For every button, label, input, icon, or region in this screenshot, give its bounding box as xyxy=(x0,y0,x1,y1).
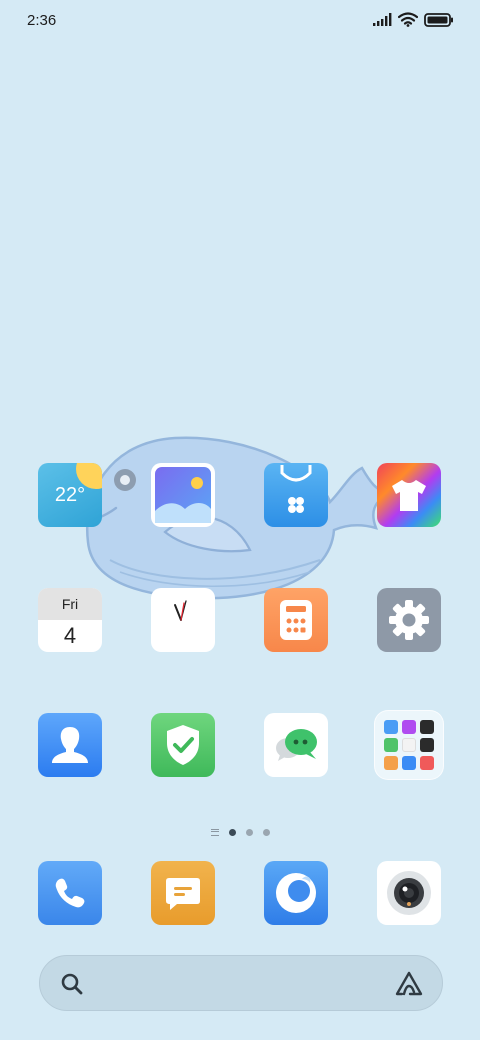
app-store-icon xyxy=(280,465,312,513)
page-dot-active[interactable] xyxy=(228,829,236,836)
shield-check-icon xyxy=(167,725,199,765)
page-indicator xyxy=(0,829,480,836)
contacts-app[interactable] xyxy=(38,713,102,777)
browser-icon xyxy=(276,873,316,913)
folder-mini-app xyxy=(420,720,434,734)
folder-mini-app xyxy=(402,738,416,752)
app-drawer-lines-icon[interactable] xyxy=(210,829,219,836)
messages-app[interactable] xyxy=(151,861,215,925)
calculator-app[interactable] xyxy=(264,588,328,652)
contacts-icon xyxy=(52,727,88,763)
weather-app[interactable]: 22° xyxy=(38,463,102,527)
wifi-icon xyxy=(398,12,418,27)
settings-app[interactable] xyxy=(377,588,441,652)
camera-app[interactable] xyxy=(377,861,441,925)
status-icons xyxy=(373,12,454,27)
folder-mini-app xyxy=(384,756,398,770)
signal-icon xyxy=(373,13,392,26)
themes-app[interactable] xyxy=(377,463,441,527)
message-icon xyxy=(166,878,200,910)
gear-icon xyxy=(389,600,429,640)
browser-app[interactable] xyxy=(264,861,328,925)
folder-mini-app xyxy=(420,738,434,752)
clock-icon xyxy=(174,600,187,621)
assistant-icon[interactable] xyxy=(394,970,424,998)
calendar-day: 4 xyxy=(63,623,77,648)
page-dot[interactable] xyxy=(245,829,253,836)
security-app[interactable] xyxy=(151,713,215,777)
search-bar[interactable] xyxy=(39,955,443,1011)
phone-icon xyxy=(55,878,85,908)
gallery-app[interactable] xyxy=(151,463,215,527)
folder-app[interactable] xyxy=(374,710,444,780)
weather-temperature: 22° xyxy=(54,483,86,506)
calendar-app[interactable]: Fri 4 xyxy=(38,588,102,652)
phone-app[interactable] xyxy=(38,861,102,925)
folder-mini-app xyxy=(384,720,398,734)
themes-icon xyxy=(392,480,426,511)
folder-mini-app xyxy=(420,756,434,770)
page-dot[interactable] xyxy=(262,829,270,836)
folder-mini-app xyxy=(402,720,416,734)
folder-mini-app xyxy=(384,738,398,752)
clock-app[interactable] xyxy=(151,588,215,652)
messenger-app[interactable] xyxy=(264,713,328,777)
status-bar: 2:36 xyxy=(0,0,480,44)
battery-icon xyxy=(424,12,453,27)
wallpaper-whale xyxy=(85,436,390,600)
folder-mini-app xyxy=(402,756,416,770)
camera-icon xyxy=(387,871,431,915)
gallery-icon xyxy=(155,467,211,523)
search-icon[interactable] xyxy=(60,972,84,996)
calculator-icon xyxy=(280,600,312,640)
chat-bubbles-icon xyxy=(276,729,317,761)
calendar-weekday: Fri xyxy=(38,588,102,620)
status-time: 2:36 xyxy=(27,12,57,29)
app-store-app[interactable] xyxy=(264,463,328,527)
